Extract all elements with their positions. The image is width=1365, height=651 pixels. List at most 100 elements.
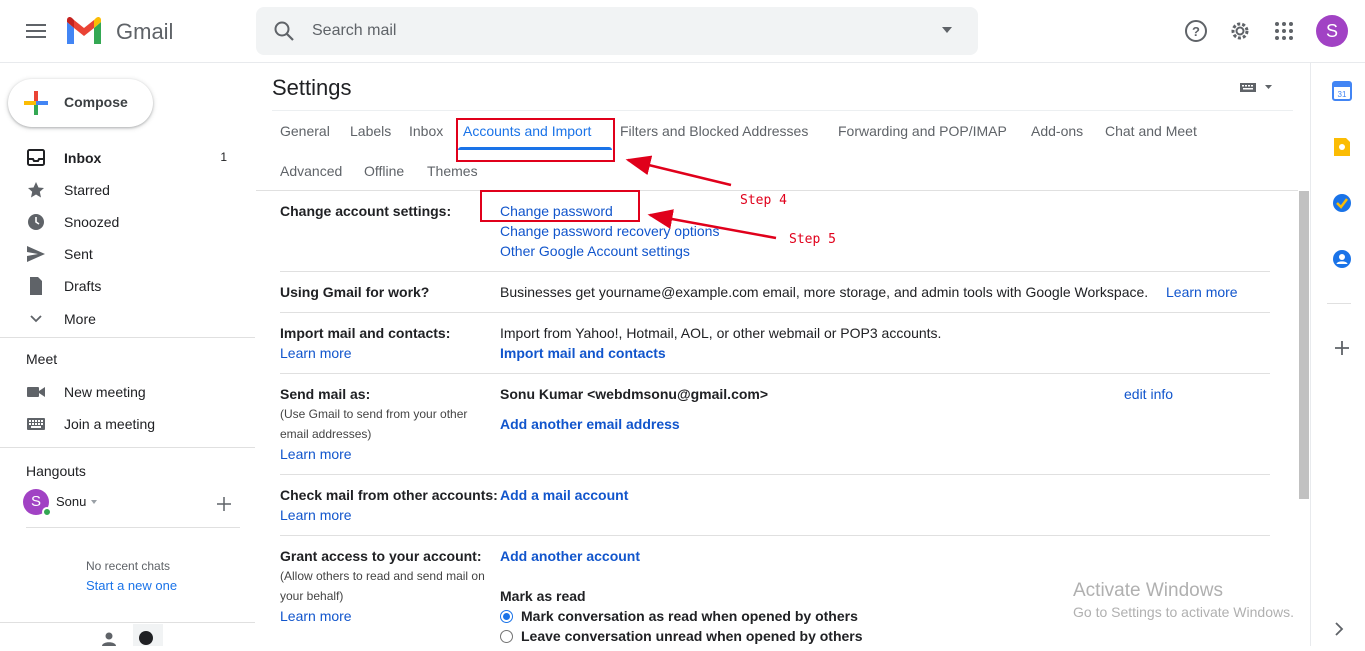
nav-item-more[interactable]: More <box>0 303 245 335</box>
add-addon-icon[interactable] <box>1331 337 1353 359</box>
help-icon[interactable]: ? <box>1182 17 1210 45</box>
nav-label: More <box>64 311 96 327</box>
radio-mark-read[interactable] <box>500 610 513 623</box>
search-input[interactable] <box>312 19 912 43</box>
tasks-icon[interactable] <box>1331 192 1353 214</box>
nav-label: Starred <box>64 182 110 198</box>
divider <box>0 447 255 448</box>
chat-tab[interactable] <box>133 624 163 646</box>
gmail-logo-icon[interactable] <box>65 16 103 46</box>
activate-windows-subtitle: Go to Settings to activate Windows. <box>1073 604 1294 620</box>
divider <box>0 337 255 338</box>
tab-inbox[interactable]: Inbox <box>409 123 443 139</box>
chevron-right-icon[interactable] <box>1328 618 1350 640</box>
search-box[interactable] <box>256 7 978 55</box>
scrollbar-thumb[interactable] <box>1299 191 1309 499</box>
divider <box>1327 303 1351 304</box>
main-menu-icon[interactable] <box>22 19 50 43</box>
send-as-learn-more[interactable]: Learn more <box>280 446 352 462</box>
import-learn-more[interactable]: Learn more <box>280 345 352 361</box>
mark-as-read-title: Mark as read <box>500 588 586 604</box>
nav-label: New meeting <box>64 384 146 400</box>
grant-access-description: (Allow others to read and send mail on y… <box>280 569 485 603</box>
hangouts-user-name[interactable]: Sonu <box>56 494 86 509</box>
apps-grid-icon[interactable] <box>1270 17 1298 45</box>
tab-advanced[interactable]: Advanced <box>280 163 342 179</box>
nav-item-join-meeting[interactable]: Join a meeting <box>0 408 245 440</box>
no-recent-chats: No recent chats <box>86 559 171 573</box>
gmail-work-text: Businesses get yourname@example.com emai… <box>500 284 1149 300</box>
nav-item-inbox[interactable]: Inbox 1 <box>0 142 245 174</box>
radio-leave-unread-label[interactable]: Leave conversation unread when opened by… <box>521 628 863 644</box>
grant-access-learn-more[interactable]: Learn more <box>280 608 352 624</box>
gmail-work-learn-more[interactable]: Learn more <box>1166 284 1238 300</box>
annotation-step5-label: Step 5 <box>789 232 836 247</box>
other-google-settings-link[interactable]: Other Google Account settings <box>500 243 690 259</box>
nav-label: Drafts <box>64 278 102 294</box>
search-icon[interactable] <box>273 20 295 42</box>
keep-icon[interactable] <box>1331 136 1353 158</box>
radio-mark-read-label[interactable]: Mark conversation as read when opened by… <box>521 608 858 624</box>
search-options-icon[interactable] <box>942 27 952 33</box>
star-icon <box>26 181 46 199</box>
nav-item-starred[interactable]: Starred <box>0 174 245 206</box>
tab-forwarding[interactable]: Forwarding and POP/IMAP <box>838 123 1007 139</box>
add-another-account-link[interactable]: Add another account <box>500 548 640 564</box>
nav-item-sent[interactable]: Sent <box>0 238 245 270</box>
divider <box>280 373 1270 374</box>
add-mail-account-link[interactable]: Add a mail account <box>500 487 628 503</box>
draft-icon <box>26 277 46 295</box>
account-avatar[interactable]: S <box>1316 15 1348 47</box>
nav-label: Snoozed <box>64 214 120 230</box>
chevron-down-icon[interactable] <box>91 500 97 504</box>
nav-item-drafts[interactable]: Drafts <box>0 270 245 302</box>
inbox-count: 1 <box>220 150 227 164</box>
send-as-address: Sonu Kumar <webdmsonu@gmail.com> <box>500 386 769 402</box>
video-camera-icon <box>26 383 46 401</box>
gmail-work-label: Using Gmail for work? <box>280 284 430 300</box>
tab-general[interactable]: General <box>280 123 330 139</box>
edit-info-link[interactable]: edit info <box>1124 386 1173 402</box>
tab-themes[interactable]: Themes <box>427 163 478 179</box>
gear-icon[interactable] <box>1226 17 1254 45</box>
tab-chat-and-meet[interactable]: Chat and Meet <box>1105 123 1197 139</box>
person-icon[interactable] <box>100 630 118 646</box>
start-new-chat-link[interactable]: Start a new one <box>86 578 177 593</box>
online-status-dot <box>42 507 52 517</box>
import-mail-link[interactable]: Import mail and contacts <box>500 345 666 361</box>
tab-labels[interactable]: Labels <box>350 123 391 139</box>
nav-item-snoozed[interactable]: Snoozed <box>0 206 245 238</box>
compose-button[interactable]: Compose <box>8 79 153 127</box>
annotation-step4-label: Step 4 <box>740 193 787 208</box>
plus-icon[interactable] <box>215 495 233 513</box>
nav-label: Sent <box>64 246 93 262</box>
divider <box>272 110 1293 111</box>
divider <box>280 474 1270 475</box>
hangouts-avatar[interactable]: S <box>23 489 52 517</box>
nav-item-new-meeting[interactable]: New meeting <box>0 376 245 408</box>
annotation-arrow-step4 <box>625 155 732 187</box>
add-email-address-link[interactable]: Add another email address <box>500 416 680 432</box>
keyboard-icon <box>26 415 46 433</box>
check-mail-learn-more[interactable]: Learn more <box>280 507 352 523</box>
app-name[interactable]: Gmail <box>116 19 173 45</box>
tab-filters[interactable]: Filters and Blocked Addresses <box>620 123 808 139</box>
radio-leave-unread[interactable] <box>500 630 513 643</box>
calendar-icon[interactable]: 31 <box>1331 80 1353 102</box>
annotation-box-step4 <box>456 118 615 162</box>
input-tools-icon[interactable] <box>1239 80 1275 96</box>
plus-icon <box>24 91 48 115</box>
send-as-description: (Use Gmail to send from your other email… <box>280 407 468 441</box>
change-recovery-link[interactable]: Change password recovery options <box>500 223 719 239</box>
page-title: Settings <box>272 75 352 100</box>
chat-bubble-icon <box>139 631 153 645</box>
nav-label: Inbox <box>64 150 102 166</box>
change-account-label: Change account settings: <box>280 203 452 219</box>
top-bar: Gmail ? S <box>0 0 1365 63</box>
activate-windows-title: Activate Windows <box>1073 580 1223 601</box>
divider <box>26 527 240 528</box>
tab-offline[interactable]: Offline <box>364 163 404 179</box>
clock-icon <box>26 213 46 231</box>
contacts-icon[interactable] <box>1331 248 1353 270</box>
tab-add-ons[interactable]: Add-ons <box>1031 123 1083 139</box>
